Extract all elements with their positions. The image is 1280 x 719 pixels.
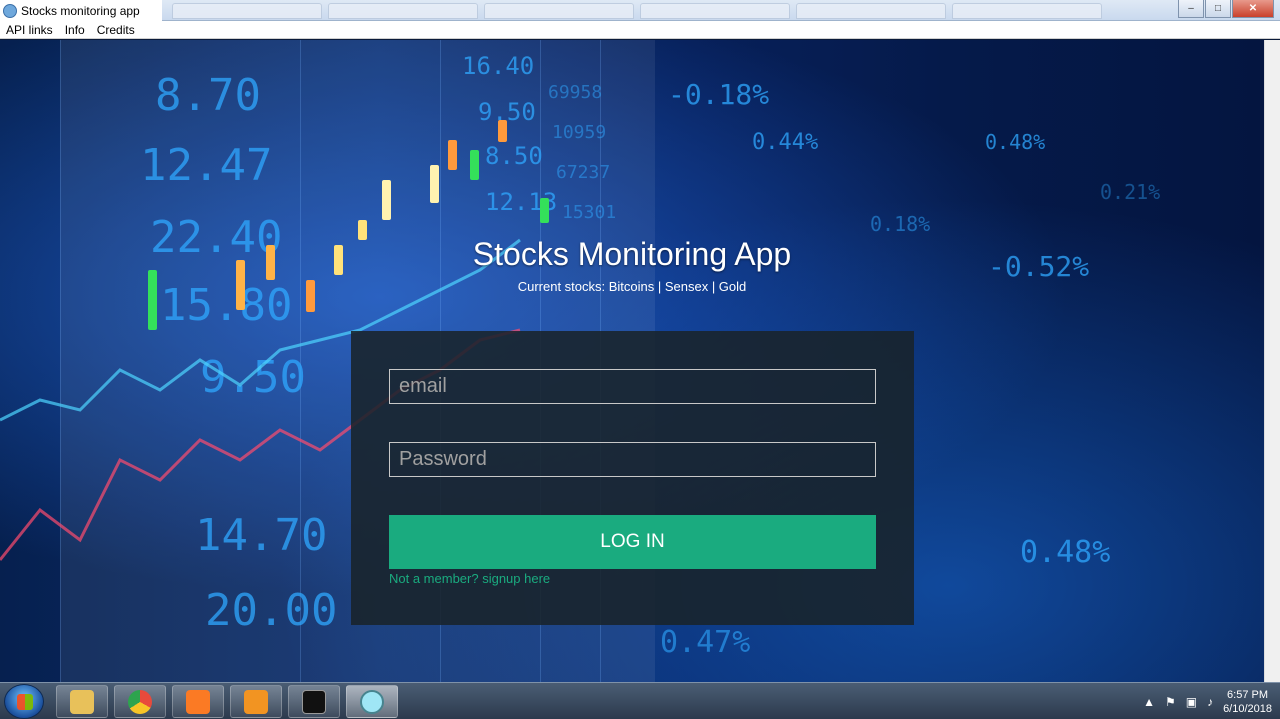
menu-item-credits[interactable]: Credits bbox=[97, 23, 135, 37]
electron-icon bbox=[360, 689, 384, 714]
taskbar-app[interactable] bbox=[114, 685, 166, 718]
taskbar-app[interactable] bbox=[230, 685, 282, 718]
taskbar-app[interactable] bbox=[288, 685, 340, 718]
app-tab[interactable]: Stocks monitoring app bbox=[0, 0, 162, 21]
cmd-icon bbox=[302, 689, 326, 714]
taskbar-app[interactable] bbox=[346, 685, 398, 718]
window-controls: – □ ✕ bbox=[1178, 0, 1274, 18]
menu-bar: API links Info Credits bbox=[0, 21, 1280, 39]
signup-link[interactable]: Not a member? signup here bbox=[389, 571, 550, 586]
background-tab[interactable] bbox=[796, 3, 946, 19]
background-tab[interactable] bbox=[484, 3, 634, 19]
background-tab[interactable] bbox=[328, 3, 478, 19]
vertical-scrollbar[interactable] bbox=[1264, 40, 1280, 682]
background-tab[interactable] bbox=[640, 3, 790, 19]
start-button[interactable] bbox=[4, 684, 44, 719]
clock-time: 6:57 PM bbox=[1227, 688, 1269, 701]
volume-icon[interactable]: ♪ bbox=[1207, 695, 1213, 709]
electron-app-icon bbox=[3, 3, 17, 18]
login-panel: LOG IN Not a member? signup here bbox=[351, 331, 914, 625]
chrome-icon bbox=[128, 689, 152, 714]
xampp-icon bbox=[186, 689, 210, 714]
menu-item-info[interactable]: Info bbox=[65, 23, 85, 37]
login-button[interactable]: LOG IN bbox=[389, 515, 876, 569]
system-clock[interactable]: 6:57 PM 6/10/2018 bbox=[1223, 688, 1272, 716]
clock-date: 6/10/2018 bbox=[1223, 702, 1272, 715]
password-input[interactable] bbox=[389, 442, 876, 477]
minimize-button[interactable]: – bbox=[1178, 0, 1204, 18]
system-tray: ▲ ⚑ ▣ ♪ 6:57 PM 6/10/2018 bbox=[1143, 683, 1272, 719]
page-title: Stocks Monitoring App bbox=[472, 236, 792, 272]
window-title: Stocks monitoring app bbox=[21, 3, 140, 18]
email-input[interactable] bbox=[389, 369, 876, 404]
menu-item-api-links[interactable]: API links bbox=[6, 23, 53, 37]
action-center-flag-icon[interactable]: ⚑ bbox=[1165, 695, 1176, 709]
background-tab[interactable] bbox=[172, 3, 322, 19]
close-button[interactable]: ✕ bbox=[1232, 0, 1274, 18]
page-subtitle: Current stocks: Bitcoins | Sensex | Gold bbox=[517, 279, 747, 294]
background-tab[interactable] bbox=[952, 3, 1102, 19]
taskbar-app[interactable] bbox=[56, 685, 108, 718]
maximize-button[interactable]: □ bbox=[1205, 0, 1231, 18]
windows-logo-icon bbox=[17, 694, 33, 710]
taskbar-app[interactable] bbox=[172, 685, 224, 718]
main-area: 8.70 12.47 22.40 15.80 9.50 14.70 20.00 … bbox=[0, 40, 1264, 682]
sublime-icon bbox=[244, 689, 268, 714]
network-icon[interactable]: ▣ bbox=[1186, 695, 1197, 709]
taskbar: ▲ ⚑ ▣ ♪ 6:57 PM 6/10/2018 bbox=[0, 682, 1280, 719]
app-header: Stocks Monitoring App Current stocks: Bi… bbox=[0, 236, 1264, 294]
show-hidden-icons-icon[interactable]: ▲ bbox=[1143, 695, 1155, 709]
file-explorer-icon bbox=[70, 689, 94, 714]
window-titlebar: Stocks monitoring app – □ ✕ bbox=[0, 0, 1280, 21]
